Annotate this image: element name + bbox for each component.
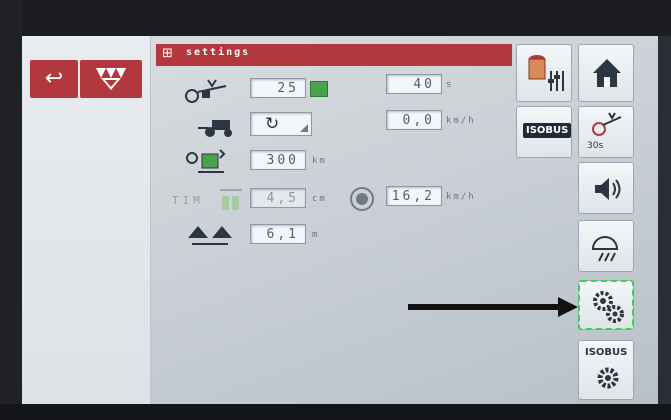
back-arrow-icon: ↩ [44,66,64,91]
page-title: settings [186,47,251,58]
distance-value-field[interactable]: 300 [250,150,306,170]
speaker-icon [595,178,621,200]
pickup-timer-icon [592,112,622,136]
work-lights-button[interactable] [578,220,634,272]
bezel-left [0,0,22,420]
settings-gears-button[interactable] [578,280,634,330]
settings-grid-icon: ⊞ [162,46,173,61]
bale-sliders-icon [528,55,564,91]
bale-settings-button[interactable] [516,44,572,102]
tim-value-field[interactable]: 4,5 [250,188,306,208]
dropdown-corner-icon [300,124,308,132]
tractor-icon [198,120,232,137]
isobus-settings-button[interactable]: ISOBUS [578,340,634,400]
logo-button[interactable] [80,60,142,98]
rotation-direction-button[interactable]: ↻ [250,112,312,136]
bezel-top [0,0,671,36]
left-panel: ↩ [22,36,151,404]
triple-triangle-logo-icon [96,68,126,90]
home-icon [593,59,621,87]
speed-unit: km/h [446,116,476,126]
tim-width-icon [220,189,242,210]
bale-counter-icon [186,149,226,173]
pickup-value-field[interactable]: 25 [250,78,306,98]
back-button[interactable]: ↩ [30,60,78,98]
terminal-screen: ↩ ⊞ settings 25 40 s ↻ 0,0 km/h 300 km T… [22,36,658,404]
wheel-speed-icon [350,187,374,211]
pickup-reel-icon [185,79,227,103]
home-button[interactable] [578,44,634,102]
isobus-logo: ISOBUS [523,123,572,138]
swath-value-field[interactable]: 6,1 [250,224,306,244]
rotate-icon: ↻ [265,114,280,134]
pointer-arrow-shaft [408,304,564,310]
tim-unit: cm [312,194,327,204]
pointer-arrow-head [558,297,578,317]
isobus-gear-icon [597,367,619,389]
timer-label: 30s [587,141,604,151]
bezel-bottom [0,404,671,420]
timer-value-field[interactable]: 40 [386,74,442,94]
swath-width-icon [188,226,232,245]
isobus-button[interactable]: ISOBUS [516,106,572,158]
bale-green-icon [310,81,328,97]
timer-unit: s [446,80,454,90]
isobus-top-label: ISOBUS [585,347,628,358]
tim-label: TIM [172,194,204,207]
distance-unit: km [312,156,327,166]
wheel-speed-value-field[interactable]: 16,2 [386,186,442,206]
speed-value-field[interactable]: 0,0 [386,110,442,130]
timer-30s-button[interactable]: 30s [578,106,634,158]
settings-header: ⊞ settings [156,44,512,66]
work-light-icon [591,236,619,262]
gears-icon [593,291,624,323]
wheel-speed-unit: km/h [446,192,476,202]
swath-unit: m [312,230,320,240]
sound-button[interactable] [578,162,634,214]
